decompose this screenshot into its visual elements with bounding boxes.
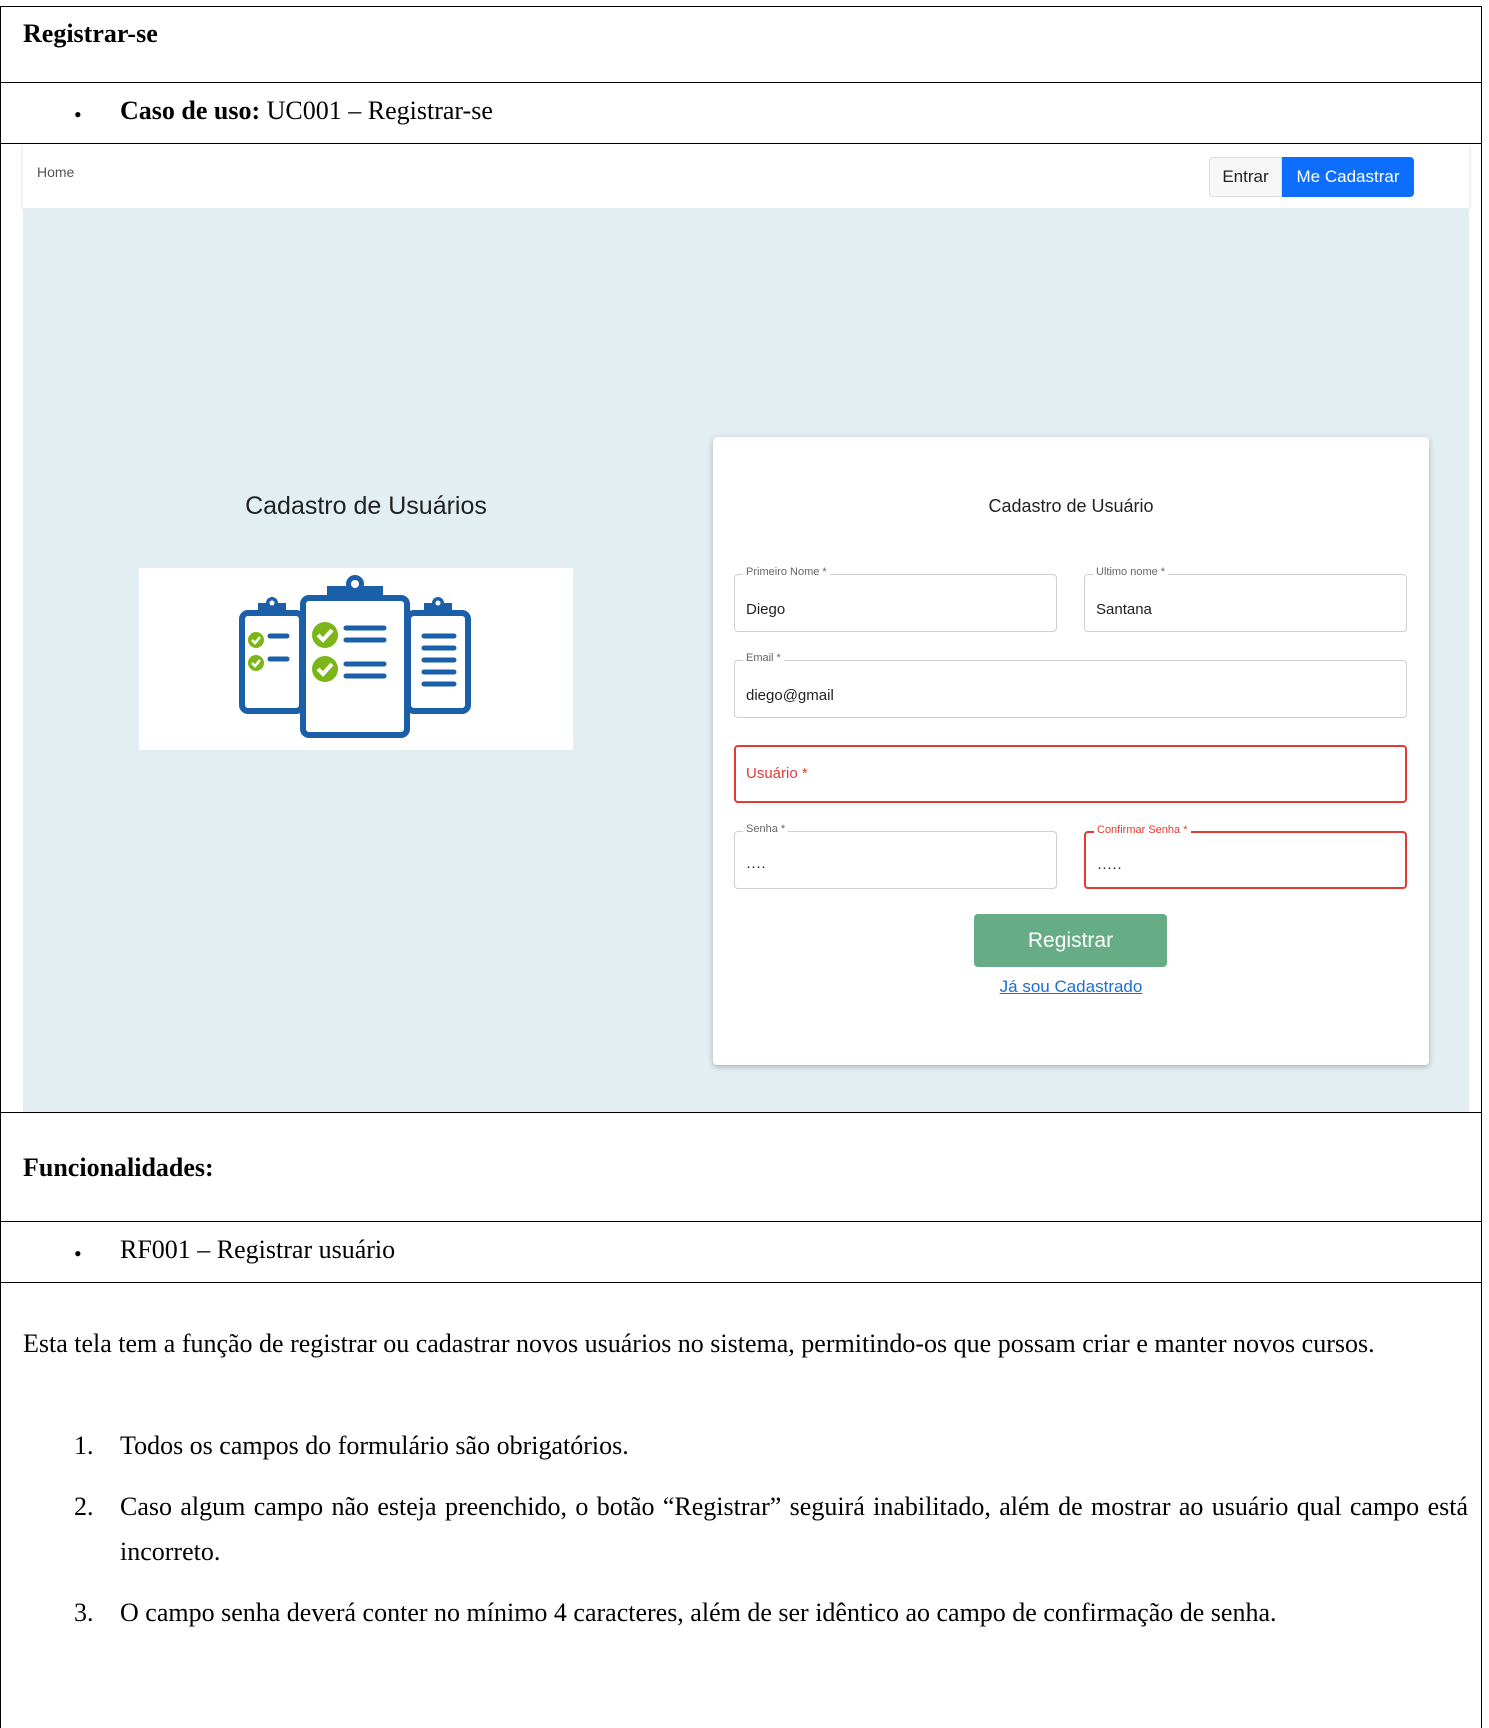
email-field[interactable]: Email * diego@gmail [734,652,1407,718]
first-name-label: Primeiro Nome * [743,566,830,578]
bullet-icon: • [74,1241,82,1266]
first-name-field[interactable]: Primeiro Nome * Diego [734,566,1057,632]
list-item: 3. O campo senha deverá conter no mínimo … [1,1590,1481,1635]
last-name-label: Ultimo nome * [1093,566,1169,578]
list-item: 1. Todos os campos do formulário são obri… [1,1423,1481,1468]
email-label: Email * [743,652,784,664]
password-value: ···· [746,858,766,875]
list-item-text: Todos os campos do formulário são obriga… [120,1431,629,1460]
list-item: 2. Caso algum campo não esteja preenchido… [1,1484,1481,1574]
register-button[interactable]: Registrar [974,914,1167,967]
document-table: Registrar-se • Caso de uso: UC001 – Regi… [0,6,1482,1728]
list-item-number: 1. [74,1431,94,1460]
hero-section: Cadastro de Usuários Cadastro de Usuário… [23,208,1469,1112]
username-placeholder: Usuário * [746,765,808,782]
nav-home-link[interactable]: Home [37,164,74,180]
left-title: Cadastro de Usuários [245,492,487,520]
form-title: Cadastro de Usuário [988,496,1154,516]
clipboard-checklist-icon [139,568,573,750]
last-name-value: Santana [1096,601,1152,618]
already-registered-link[interactable]: Já sou Cadastrado [713,977,1429,997]
email-value: diego@gmail [746,687,834,704]
functionalities-title: Funcionalidades: [23,1153,214,1182]
navbar: Home Entrar Me Cadastrar [23,144,1469,208]
rf-row: • RF001 – Registrar usuário [1,1222,1481,1283]
list-item-number: 2. [74,1492,94,1521]
usecase-text: Caso de uso: UC001 – Registrar-se [120,96,493,126]
rf-item: RF001 – Registrar usuário [120,1235,396,1264]
confirm-password-label: Confirmar Senha * [1094,824,1191,836]
screenshot-row: Home Entrar Me Cadastrar Cadastro de Usu… [1,144,1481,1113]
description-paragraph: Esta tela tem a função de registrar ou c… [23,1329,1375,1358]
login-button[interactable]: Entrar [1209,157,1282,197]
bullet-icon: • [74,102,82,127]
confirm-password-value: ····· [1097,859,1122,876]
document-title: Registrar-se [23,19,158,48]
functionalities-row: Funcionalidades: [1,1113,1481,1222]
confirm-password-field[interactable]: Confirmar Senha * ····· [1084,824,1407,889]
app-screenshot: Home Entrar Me Cadastrar Cadastro de Usu… [23,144,1469,1112]
usecase-label: Caso de uso: [120,96,261,125]
list-item-text: Caso algum campo não esteja preenchido, … [120,1492,1468,1566]
first-name-value: Diego [746,601,786,618]
usecase-row: • Caso de uso: UC001 – Registrar-se [1,83,1481,144]
requirements-list: 1. Todos os campos do formulário são obri… [1,1423,1481,1651]
list-item-text: O campo senha deverá conter no mínimo 4 … [120,1598,1277,1627]
username-field[interactable]: Usuário * [734,745,1407,803]
last-name-field[interactable]: Ultimo nome * Santana [1084,566,1407,632]
list-item-number: 3. [74,1598,94,1627]
usecase-value: UC001 – Registrar-se [260,96,493,125]
description-row: Esta tela tem a função de registrar ou c… [1,1283,1481,1728]
title-row: Registrar-se [1,7,1481,83]
password-field[interactable]: Senha * ···· [734,823,1057,889]
signup-button[interactable]: Me Cadastrar [1282,157,1414,197]
register-card: Cadastro de Usuário Primeiro Nome * Dieg… [713,437,1429,1065]
password-label: Senha * [743,823,789,835]
